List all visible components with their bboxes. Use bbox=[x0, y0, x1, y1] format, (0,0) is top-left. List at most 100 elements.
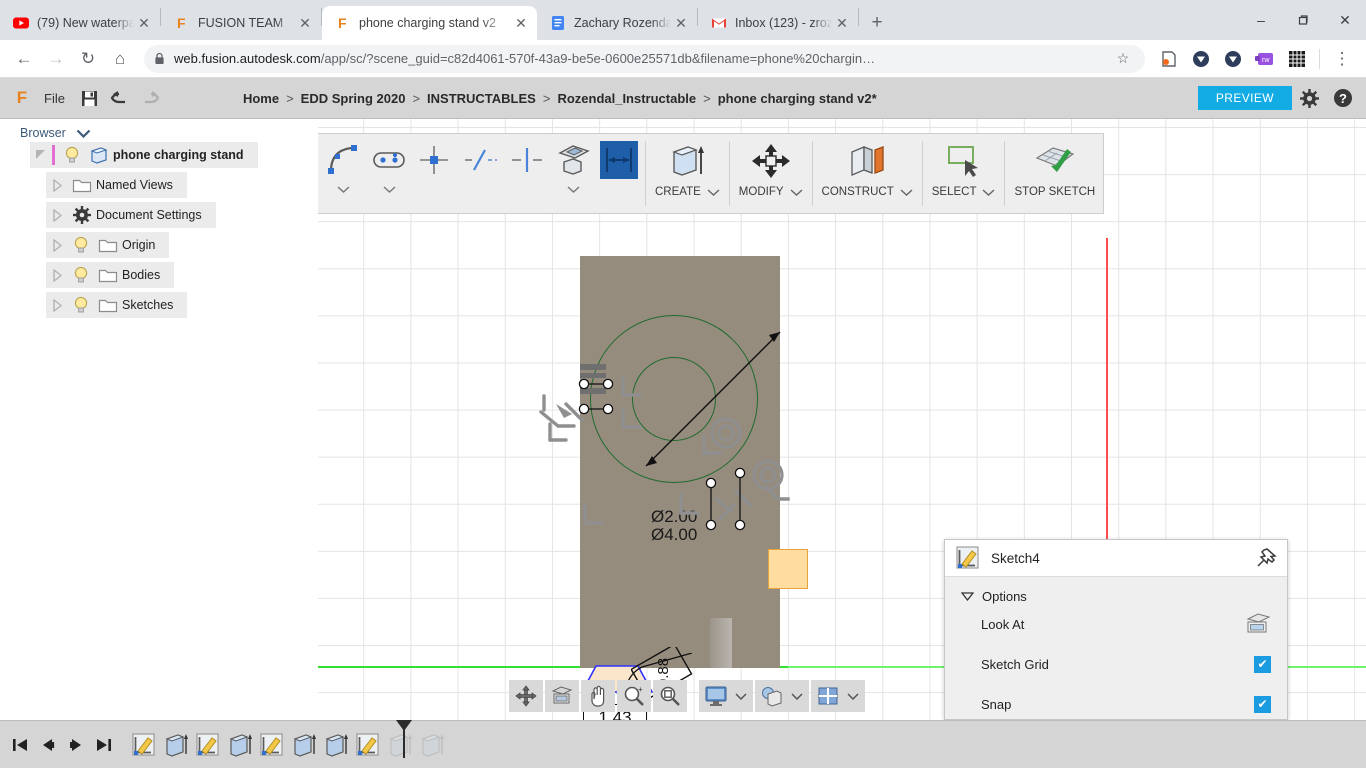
breadcrumb-item-0[interactable]: Home bbox=[243, 91, 279, 106]
breadcrumb-item-2[interactable]: INSTRUCTABLES bbox=[427, 91, 536, 106]
stop-sketch-button[interactable]: STOP SKETCH bbox=[1008, 134, 1101, 213]
timeline-extrude-5[interactable] bbox=[384, 729, 416, 761]
tree-item-document-settings[interactable]: Document Settings bbox=[0, 200, 318, 230]
visual-style-button[interactable] bbox=[755, 680, 809, 712]
chevron-down-icon[interactable] bbox=[731, 680, 751, 712]
grid-layout-button[interactable] bbox=[811, 680, 865, 712]
chevron-down-icon[interactable] bbox=[383, 179, 396, 199]
forward-icon[interactable]: → bbox=[40, 43, 72, 75]
tree-item-origin[interactable]: Origin bbox=[0, 230, 318, 260]
chevron-down-icon[interactable] bbox=[982, 188, 995, 196]
arc-icon-button[interactable] bbox=[320, 134, 366, 213]
timeline-extrude-6[interactable] bbox=[416, 729, 448, 761]
timeline-extrude-2[interactable] bbox=[224, 729, 256, 761]
rw-extension-icon[interactable]: rw bbox=[1252, 46, 1278, 72]
fit-icon[interactable] bbox=[653, 680, 687, 712]
breadcrumb-item-3[interactable]: Rozendal_Instructable bbox=[557, 91, 696, 106]
pan-icon[interactable] bbox=[581, 680, 615, 712]
step-back-button[interactable] bbox=[34, 730, 62, 760]
file-menu-button[interactable]: File bbox=[44, 91, 65, 106]
minimize-button[interactable]: – bbox=[1240, 5, 1282, 35]
expander-collapsed-icon[interactable] bbox=[46, 268, 68, 282]
undo-icon[interactable] bbox=[105, 84, 135, 112]
shield-icon-2[interactable] bbox=[1220, 46, 1246, 72]
orbit-icon[interactable] bbox=[509, 680, 543, 712]
browser-tab-1[interactable]: F FUSION TEAM ✕ bbox=[161, 6, 321, 40]
bookmark-star-icon[interactable]: ☆ bbox=[1111, 47, 1135, 71]
visibility-bulb-icon[interactable] bbox=[68, 296, 94, 314]
tab-close-icon[interactable]: ✕ bbox=[832, 13, 852, 33]
tab-close-icon[interactable]: ✕ bbox=[511, 13, 531, 33]
browser-tab-4[interactable]: Inbox (123) - zrozendal@ ✕ bbox=[698, 6, 858, 40]
maximize-button[interactable] bbox=[1282, 5, 1324, 35]
visibility-bulb-icon[interactable] bbox=[68, 236, 94, 254]
tab-close-icon[interactable]: ✕ bbox=[134, 13, 154, 33]
tree-item-named-views[interactable]: Named Views bbox=[0, 170, 318, 200]
grid-extension-icon[interactable] bbox=[1284, 46, 1310, 72]
point-icon-button[interactable] bbox=[412, 134, 458, 213]
chevron-down-icon[interactable] bbox=[337, 179, 350, 199]
new-tab-button[interactable]: + bbox=[863, 9, 891, 37]
redo-icon[interactable] bbox=[135, 84, 165, 112]
line-construction-icon-button[interactable] bbox=[458, 134, 504, 213]
chevron-down-icon[interactable] bbox=[900, 188, 913, 196]
visibility-bulb-icon[interactable] bbox=[68, 266, 94, 284]
options-section-header[interactable]: Options bbox=[945, 577, 1287, 604]
timeline-extrude-1[interactable] bbox=[160, 729, 192, 761]
tab-close-icon[interactable]: ✕ bbox=[295, 13, 315, 33]
browser-tab-0[interactable]: (79) New waterpark inven ✕ bbox=[0, 6, 160, 40]
expander-collapsed-icon[interactable] bbox=[46, 208, 68, 222]
timeline-extrude-4[interactable] bbox=[320, 729, 352, 761]
chevron-down-icon[interactable] bbox=[787, 680, 807, 712]
modify-group-button[interactable]: MODIFY bbox=[733, 134, 809, 213]
chevron-down-icon[interactable] bbox=[707, 188, 720, 196]
chevron-down-icon[interactable] bbox=[790, 188, 803, 196]
tab-close-icon[interactable]: ✕ bbox=[671, 13, 691, 33]
home-icon[interactable]: ⌂ bbox=[104, 43, 136, 75]
expander-collapsed-icon[interactable] bbox=[46, 178, 68, 192]
sketch-grid-checkbox[interactable]: ✔ bbox=[1254, 655, 1271, 673]
address-bar[interactable]: web.fusion.autodesk.com/app/sc/?scene_gu… bbox=[144, 44, 1145, 73]
dialog-row-look-at[interactable]: Look At bbox=[945, 604, 1287, 644]
look-at-icon[interactable] bbox=[1245, 613, 1271, 635]
create-group-button[interactable]: CREATE bbox=[649, 134, 726, 213]
mirror-icon-button[interactable] bbox=[504, 134, 550, 213]
timeline-sketch-1[interactable] bbox=[128, 729, 160, 761]
pin-icon[interactable] bbox=[1255, 547, 1277, 569]
project-icon-button[interactable] bbox=[550, 134, 596, 213]
expander-collapsed-icon[interactable] bbox=[46, 298, 68, 312]
tree-item-bodies[interactable]: Bodies bbox=[0, 260, 318, 290]
tree-item-phone-charging-stand[interactable]: phone charging stand bbox=[0, 140, 318, 170]
chevron-down-icon[interactable] bbox=[76, 129, 91, 138]
go-to-start-button[interactable] bbox=[6, 730, 34, 760]
preview-button[interactable]: PREVIEW bbox=[1197, 86, 1292, 110]
reading-list-icon[interactable] bbox=[1156, 46, 1182, 72]
visibility-bulb-icon[interactable] bbox=[59, 146, 85, 164]
look-at-icon[interactable] bbox=[545, 680, 579, 712]
dialog-row-snap[interactable]: Snap ✔ bbox=[945, 684, 1287, 724]
save-icon[interactable] bbox=[75, 84, 105, 112]
browser-panel-header[interactable]: Browser bbox=[0, 119, 318, 140]
display-settings-button[interactable] bbox=[699, 680, 753, 712]
timeline-sketch-3[interactable] bbox=[256, 729, 288, 761]
timeline-sketch-4[interactable] bbox=[352, 729, 384, 761]
back-icon[interactable]: ← bbox=[8, 43, 40, 75]
close-button[interactable]: ✕ bbox=[1324, 5, 1366, 35]
snap-checkbox[interactable]: ✔ bbox=[1254, 695, 1271, 713]
timeline-extrude-3[interactable] bbox=[288, 729, 320, 761]
chevron-down-icon[interactable] bbox=[843, 680, 863, 712]
gear-icon[interactable] bbox=[1292, 83, 1326, 113]
slot-icon-button[interactable] bbox=[366, 134, 412, 213]
construct-group-button[interactable]: CONSTRUCT bbox=[816, 134, 919, 213]
browser-tab-3[interactable]: Zachary Rozendal - Launc ✕ bbox=[537, 6, 697, 40]
go-to-end-button[interactable] bbox=[90, 730, 118, 760]
sketch-dialog[interactable]: Sketch4 Options Look At Sketch Grid ✔ Sn… bbox=[944, 539, 1288, 720]
chrome-menu-icon[interactable]: ⋮ bbox=[1326, 43, 1358, 75]
selected-profile-highlight[interactable] bbox=[768, 549, 808, 589]
help-icon[interactable]: ? bbox=[1326, 83, 1360, 113]
shield-icon[interactable] bbox=[1188, 46, 1214, 72]
select-group-button[interactable]: SELECT bbox=[926, 134, 1002, 213]
expander-collapsed-icon[interactable] bbox=[46, 238, 68, 252]
tree-item-sketches[interactable]: Sketches bbox=[0, 290, 318, 320]
reload-icon[interactable]: ↻ bbox=[72, 43, 104, 75]
